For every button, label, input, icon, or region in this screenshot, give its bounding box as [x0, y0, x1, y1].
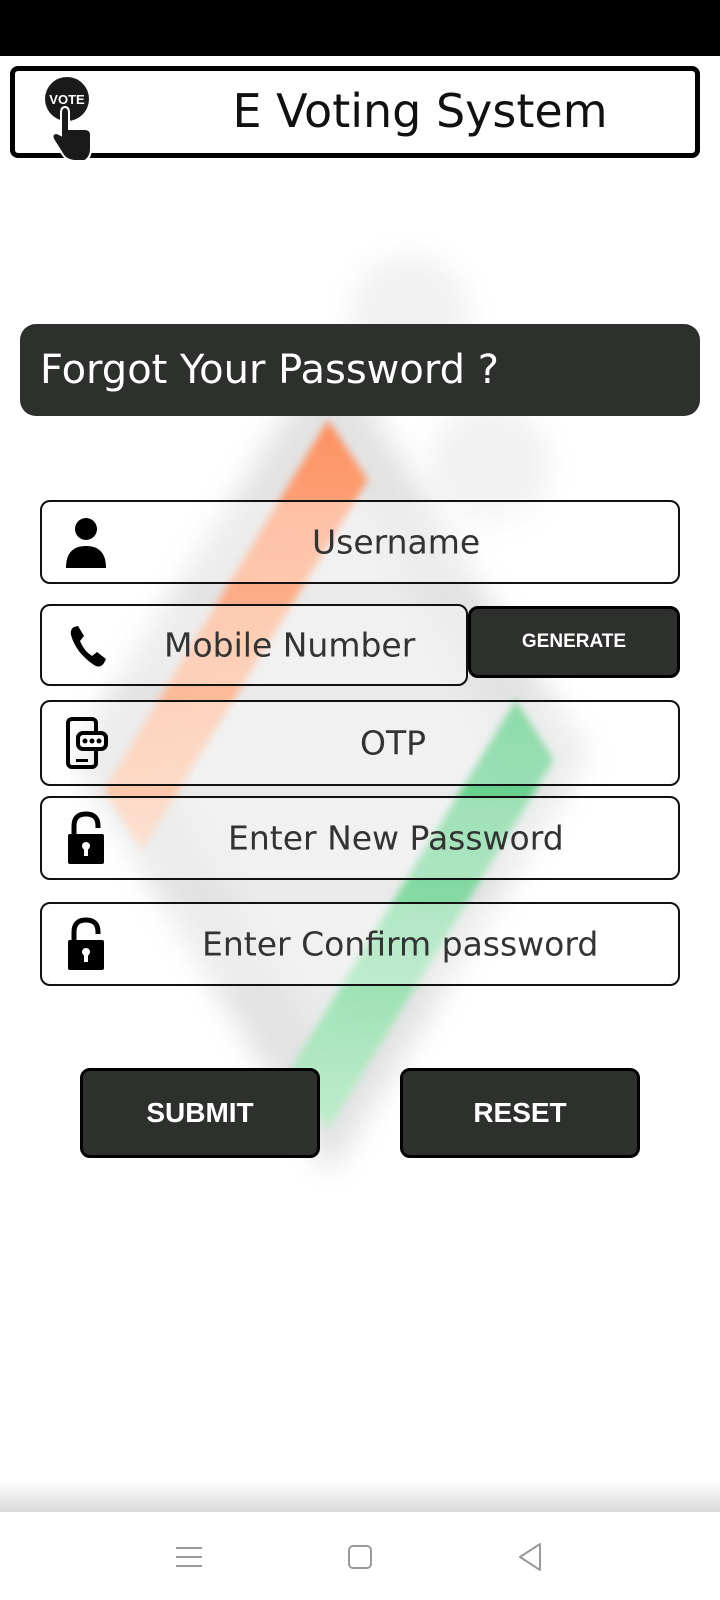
forgot-password-banner: Forgot Your Password ? — [20, 324, 700, 416]
new-password-field[interactable]: Enter New Password — [40, 796, 680, 880]
phone-icon — [70, 626, 106, 667]
new-password-placeholder: Enter New Password — [228, 818, 564, 858]
generate-otp-button[interactable]: GENERATE — [468, 606, 680, 678]
otp-field[interactable]: OTP — [40, 700, 680, 786]
menu-icon[interactable] — [172, 1540, 206, 1574]
person-icon — [66, 518, 106, 568]
phone-otp-icon — [66, 717, 108, 769]
forgot-password-title: Forgot Your Password ? — [40, 347, 499, 393]
app-header: VOTE E Voting System — [10, 66, 700, 161]
generate-label: GENERATE — [521, 631, 627, 652]
status-bar — [0, 0, 720, 56]
reset-button[interactable]: RESET — [400, 1068, 640, 1158]
username-placeholder: Username — [312, 522, 481, 562]
otp-placeholder: OTP — [360, 723, 427, 763]
app-title: E Voting System — [232, 84, 608, 138]
vote-hand-icon: VOTE — [45, 77, 92, 161]
home-square-icon[interactable] — [343, 1540, 377, 1574]
reset-label: RESET — [473, 1097, 567, 1128]
mobile-number-placeholder: Mobile Number — [164, 625, 416, 665]
confirm-password-field[interactable]: Enter Confirm password — [40, 902, 680, 986]
username-field[interactable]: Username — [40, 500, 680, 584]
lock-icon — [68, 811, 104, 864]
mobile-number-field[interactable]: Mobile Number — [40, 604, 468, 686]
confirm-password-placeholder: Enter Confirm password — [202, 924, 599, 964]
submit-button[interactable]: SUBMIT — [80, 1068, 320, 1158]
submit-label: SUBMIT — [146, 1097, 254, 1128]
lock-icon — [68, 917, 104, 970]
logo-text: VOTE — [49, 92, 85, 107]
nav-bar-shadow — [0, 1480, 720, 1512]
back-triangle-icon[interactable] — [514, 1540, 548, 1574]
